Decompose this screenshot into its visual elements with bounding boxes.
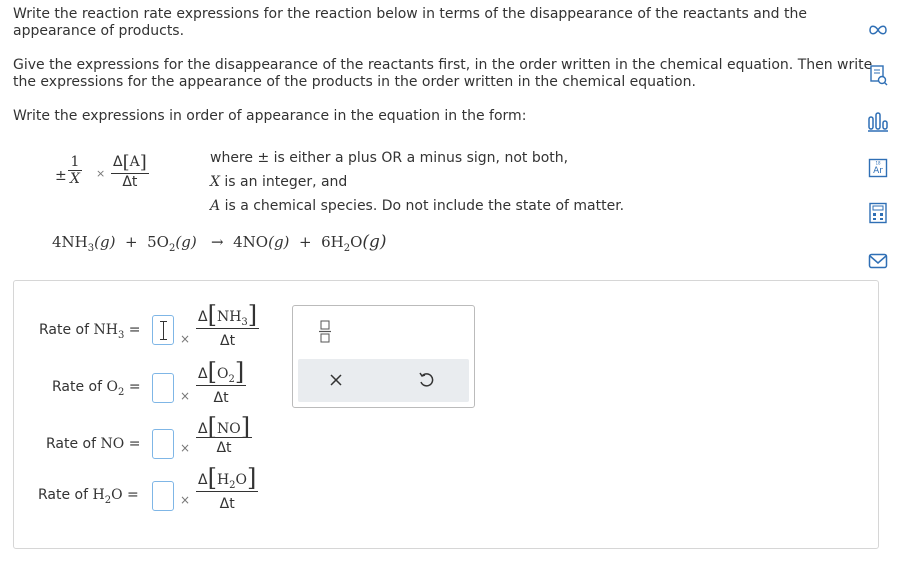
- undo-icon[interactable]: [417, 371, 435, 389]
- svg-text:Ar: Ar: [873, 166, 883, 176]
- times-sign: ×: [96, 167, 106, 180]
- delta-symbol: Δ: [113, 154, 123, 170]
- answer-input-no[interactable]: [152, 429, 174, 459]
- fraction-numerator: 1: [70, 154, 80, 170]
- instruction-line: Write the reaction rate expressions for …: [13, 6, 807, 22]
- answer-input-h2o[interactable]: [152, 481, 174, 511]
- definition-line: X is an integer, and: [210, 174, 348, 190]
- form-expression: ± 1 X × Δ[A] Δt: [55, 153, 175, 203]
- periodic-table-icon[interactable]: Ar 18: [866, 156, 890, 180]
- delta-t: Δt: [122, 174, 138, 190]
- instruction-line: Give the expressions for the disappearan…: [13, 57, 873, 73]
- rate-label-no: Rate of NO =: [46, 436, 141, 452]
- species-a: A: [129, 154, 140, 170]
- svg-text:18: 18: [875, 161, 881, 166]
- math-toolbox: [292, 305, 475, 408]
- answer-input-o2[interactable]: [152, 373, 174, 403]
- rate-fraction-no: Δ[NO] Δt: [196, 413, 253, 456]
- times-sign: ×: [180, 493, 191, 507]
- infinity-icon[interactable]: [866, 18, 890, 42]
- instruction-paragraph-2: Give the expressions for the disappearan…: [13, 57, 872, 91]
- fraction-denominator: X: [70, 171, 80, 187]
- close-icon[interactable]: [328, 372, 344, 388]
- instruction-paragraph-1: Write the reaction rate expressions for …: [13, 6, 807, 40]
- form-definitions: where ± is either a plus OR a minus sign…: [210, 146, 624, 218]
- reaction-arrow: →: [210, 233, 224, 251]
- fraction-icon[interactable]: [319, 319, 331, 343]
- delta-a-over-delta-t: Δ[A] Δt: [111, 152, 149, 190]
- explanation-icon[interactable]: [866, 63, 890, 87]
- instruction-paragraph-3: Write the expressions in order of appear…: [13, 108, 527, 124]
- instruction-line: the expressions for the appearance of th…: [13, 74, 696, 90]
- definition-line: where ± is either a plus OR a minus sign…: [210, 150, 569, 166]
- toolbox-actions: [298, 359, 469, 402]
- chart-icon[interactable]: [866, 110, 890, 134]
- rate-label-nh3: Rate of NH3 =: [39, 322, 141, 341]
- definition-line: A is a chemical species. Do not include …: [210, 198, 625, 214]
- rate-label-o2: Rate of O2 =: [52, 379, 141, 398]
- instruction-line: appearance of products.: [13, 23, 185, 39]
- times-sign: ×: [180, 389, 191, 403]
- rate-fraction-h2o: Δ[H2O] Δt: [196, 464, 259, 512]
- rate-fraction-nh3: Δ[NH3] Δt: [196, 301, 260, 349]
- calculator-icon[interactable]: [866, 201, 890, 225]
- plus-minus-sign: ±: [55, 168, 67, 184]
- chemical-equation: 4NH3(g) + 5O2(g) → 4NO(g) + 6H2O(g): [52, 232, 387, 254]
- times-sign: ×: [180, 441, 191, 455]
- times-sign: ×: [180, 332, 191, 346]
- rate-fraction-o2: Δ[O2] Δt: [196, 358, 247, 406]
- mail-icon[interactable]: [866, 249, 890, 273]
- answer-input-nh3[interactable]: [152, 315, 174, 345]
- rate-label-h2o: Rate of H2O =: [38, 487, 139, 506]
- one-over-x-fraction: 1 X: [68, 154, 82, 187]
